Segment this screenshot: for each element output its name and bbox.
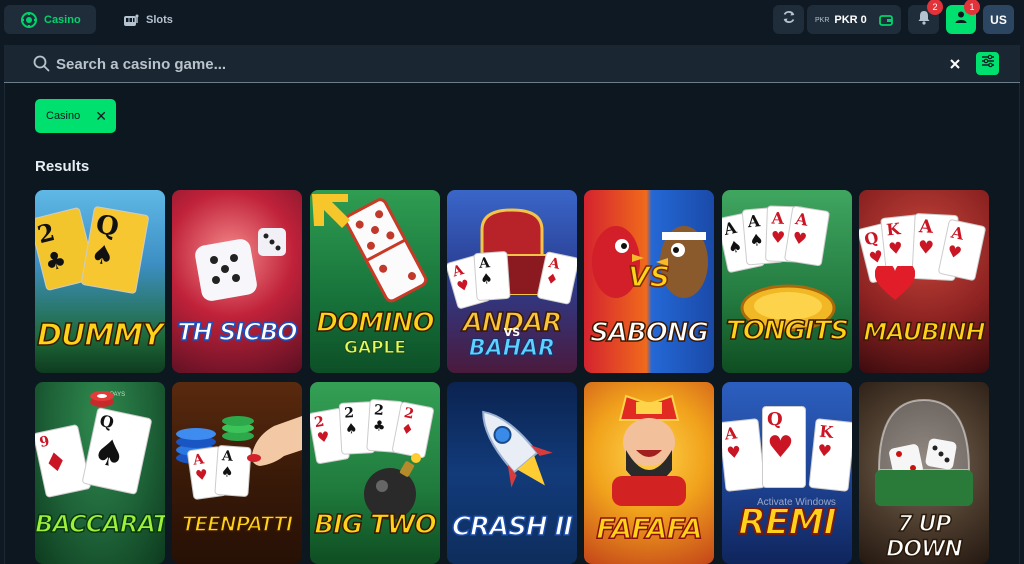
wallet-icon bbox=[879, 13, 893, 31]
clear-search-icon[interactable] bbox=[949, 57, 961, 75]
filter-chip-casino[interactable]: Casino ✕ bbox=[35, 99, 116, 133]
game-title: REMI bbox=[737, 501, 838, 544]
game-card-crash-ii[interactable]: CRASH II bbox=[447, 382, 577, 564]
top-bar: Casino Slots PKR PKR 0 2 1 US bbox=[0, 0, 1024, 40]
search-icon bbox=[33, 55, 50, 77]
language-selector[interactable]: US bbox=[983, 5, 1014, 34]
game-card-baccarat[interactable]: TIE PAYS 9♦ Q♠ BACCARAT bbox=[35, 382, 165, 564]
refresh-icon bbox=[782, 10, 796, 29]
game-card-tongits[interactable]: A ♠ A ♠ A ♥ A ♥ TONGITS bbox=[722, 190, 852, 373]
chip-stack-icon bbox=[90, 391, 114, 407]
game-card-sabong[interactable]: VS SABONG bbox=[584, 190, 714, 373]
search-input[interactable] bbox=[56, 51, 876, 77]
casino-chip-icon bbox=[21, 11, 37, 28]
game-title: TONGITS bbox=[725, 315, 850, 347]
hand-icon bbox=[247, 416, 302, 466]
game-title: FAFAFA bbox=[595, 511, 703, 546]
game-title: 7 UP DOWN bbox=[885, 511, 963, 563]
tab-casino-label: Casino bbox=[44, 13, 81, 26]
game-card-th-sicbo[interactable]: TH SICBO bbox=[172, 190, 302, 373]
wallet-balance[interactable]: PKR PKR 0 bbox=[807, 5, 901, 34]
slot-machine-icon bbox=[123, 13, 139, 27]
game-title: BACCARAT bbox=[35, 509, 165, 539]
game-title: SABONG bbox=[589, 317, 709, 349]
game-card-big-two[interactable]: 2 ♥ 2 ♠ 2 ♣ 2 ♦ BIG TWO bbox=[310, 382, 440, 564]
game-title: DOMINO bbox=[316, 307, 436, 339]
filter-button[interactable] bbox=[976, 52, 999, 75]
game-card-domino[interactable]: DOMINO GAPLE bbox=[310, 190, 440, 373]
arrow-icon bbox=[312, 194, 350, 228]
notifications-count-badge: 2 bbox=[927, 0, 943, 15]
search-bar bbox=[4, 45, 1020, 83]
game-title: TEENPATTI bbox=[181, 511, 294, 537]
heart-icon bbox=[875, 266, 915, 300]
game-title: DUMMY bbox=[36, 317, 164, 354]
game-subtitle: GAPLE bbox=[343, 338, 406, 359]
windows-activation-watermark: Activate Windows bbox=[757, 497, 836, 508]
refresh-button[interactable] bbox=[773, 5, 804, 34]
tab-casino[interactable]: Casino bbox=[4, 5, 96, 34]
game-title: TH SICBO bbox=[177, 317, 299, 347]
rocket-icon bbox=[482, 410, 553, 488]
dice-icon bbox=[195, 228, 286, 301]
remove-filter-icon[interactable]: ✕ bbox=[95, 108, 107, 125]
tab-slots[interactable]: Slots bbox=[117, 5, 187, 34]
game-title: CRASH II bbox=[451, 511, 574, 543]
dice-dome-icon bbox=[875, 398, 973, 506]
tab-slots-label: Slots bbox=[146, 13, 173, 26]
wallet-balance-value: PKR 0 bbox=[834, 13, 867, 26]
versus-badge: VS bbox=[627, 259, 670, 294]
game-title: BIG TWO bbox=[314, 509, 438, 541]
profile-count-badge: 1 bbox=[964, 0, 980, 15]
game-card-fafafa[interactable]: FAFAFA bbox=[584, 382, 714, 564]
sliders-icon bbox=[981, 54, 995, 73]
game-title: MAUBINH bbox=[863, 317, 987, 347]
game-subtitle: BAHAR bbox=[468, 336, 556, 362]
results-heading: Results bbox=[35, 158, 90, 175]
game-card-andar-bahar[interactable]: A ♥ A ♠ A ♦ ANDAR VS BAHAR bbox=[447, 190, 577, 373]
game-card-teenpatti[interactable]: A ♥ A ♠ TEENPATTI bbox=[172, 382, 302, 564]
game-card-7-up-down[interactable]: 7 UP DOWN bbox=[859, 382, 989, 564]
filter-chip-label: Casino bbox=[46, 110, 81, 122]
wallet-currency: PKR bbox=[815, 17, 830, 24]
game-card-remi[interactable]: A ♥ Q ♥ K ♥ REMI bbox=[722, 382, 852, 564]
game-card-dummy[interactable]: 2 ♣ Q ♠ DUMMY bbox=[35, 190, 165, 373]
god-of-wealth-icon bbox=[612, 394, 686, 506]
game-card-maubinh[interactable]: Q ♥ K ♥ A ♥ A ♥ MAUBINH bbox=[859, 190, 989, 373]
